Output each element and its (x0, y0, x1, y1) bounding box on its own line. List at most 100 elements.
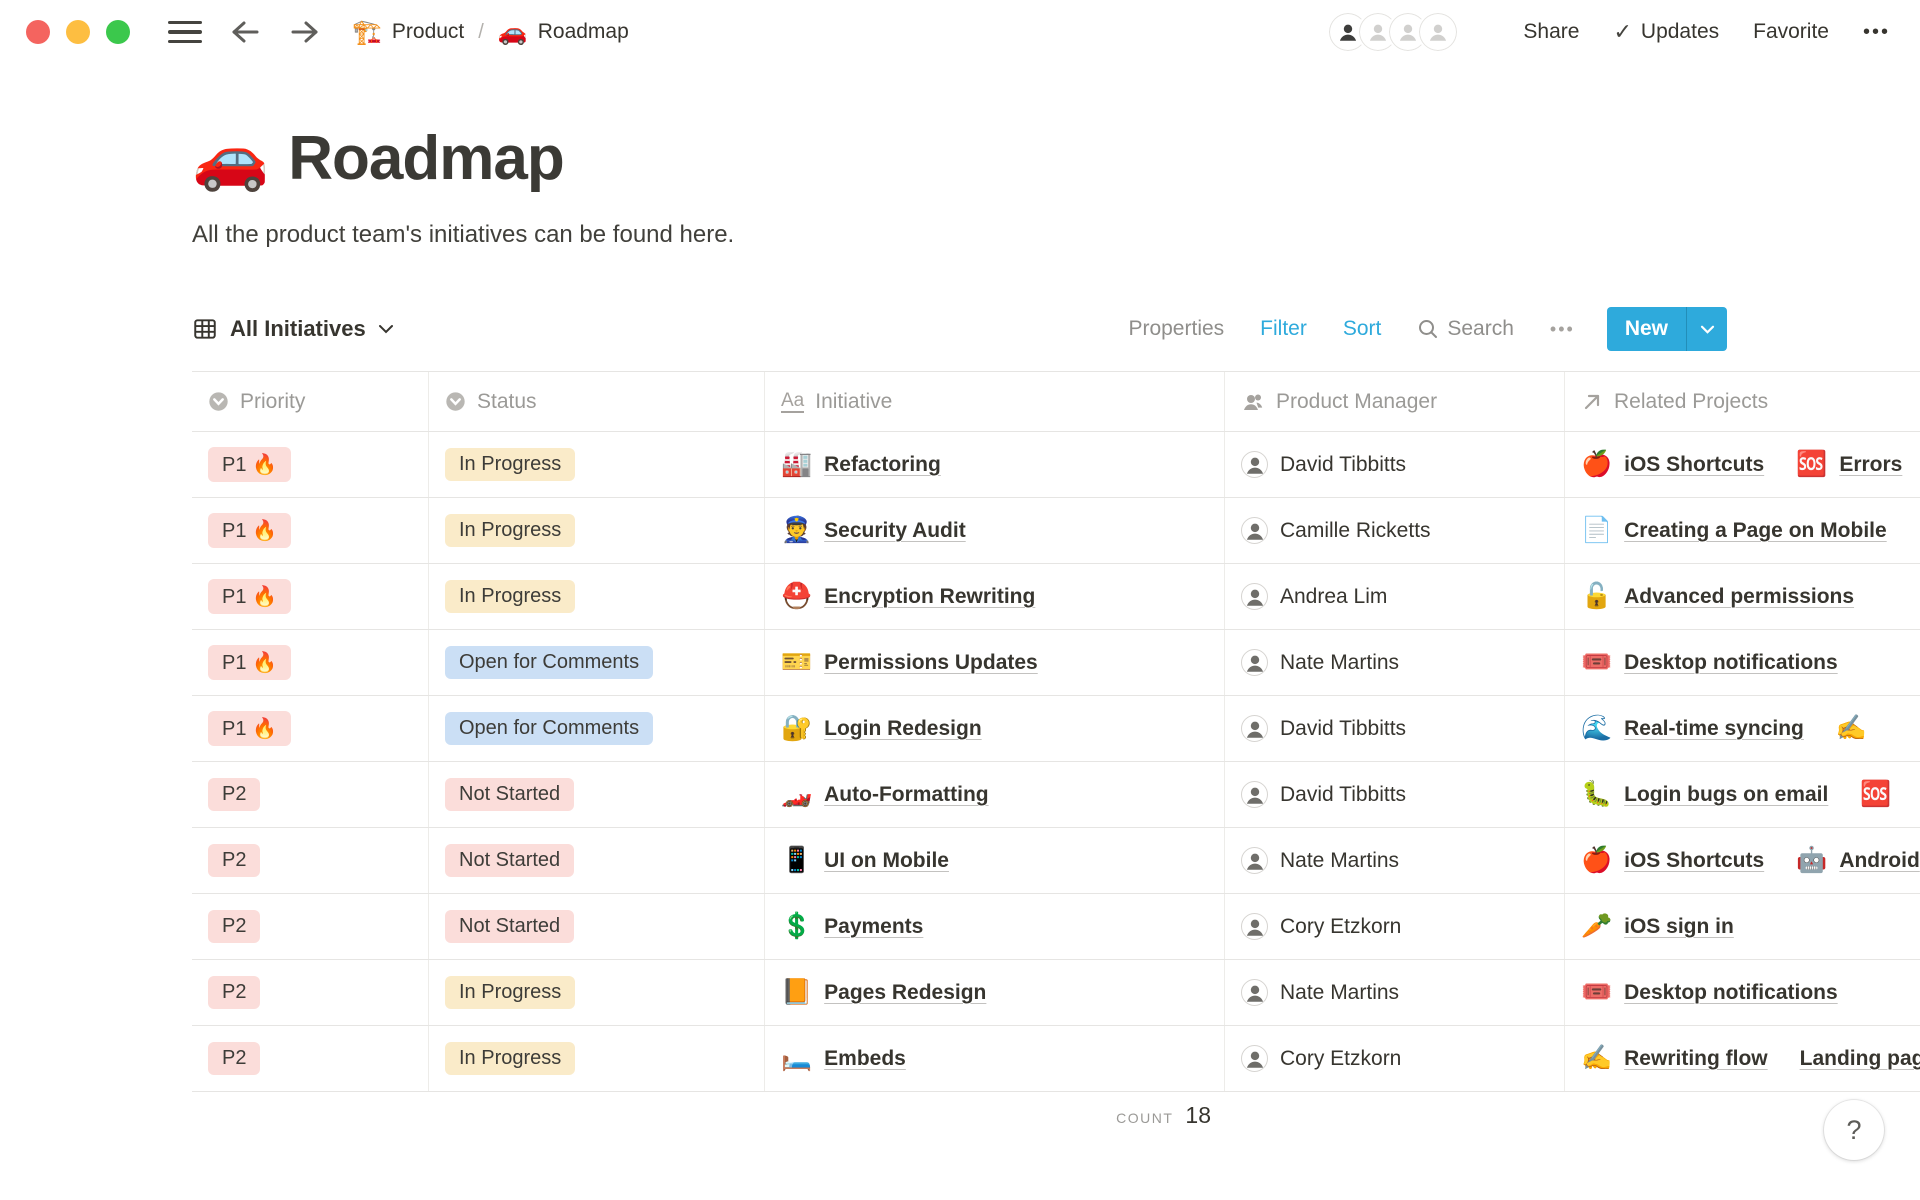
column-header-initiative[interactable]: Aa Initiative (765, 372, 1225, 431)
related-projects-cell[interactable]: 🍎iOS Shortcuts🤖Android (1565, 828, 1920, 893)
initiative-page-link[interactable]: Permissions Updates (824, 651, 1038, 675)
status-cell[interactable]: Not Started (429, 828, 765, 893)
initiative-cell[interactable]: 🔐Login Redesign (765, 696, 1225, 761)
initiative-page-link[interactable]: Auto-Formatting (824, 783, 988, 807)
status-badge[interactable]: In Progress (445, 1042, 575, 1075)
car-page-icon[interactable]: 🚗 (192, 122, 268, 195)
properties-button[interactable]: Properties (1128, 317, 1224, 341)
product-manager-cell[interactable]: Camille Ricketts (1225, 498, 1565, 563)
initiative-page-link[interactable]: Login Redesign (824, 717, 982, 741)
new-button-chevron-down-icon[interactable] (1687, 307, 1727, 351)
updates-button[interactable]: ✓ Updates (1613, 19, 1719, 45)
product-manager-cell[interactable]: Nate Martins (1225, 960, 1565, 1025)
priority-badge[interactable]: P1 🔥 (208, 447, 291, 482)
search-button[interactable]: Search (1417, 317, 1514, 341)
product-manager-cell[interactable]: Nate Martins (1225, 630, 1565, 695)
initiative-page-link[interactable]: Encryption Rewriting (824, 585, 1035, 609)
status-cell[interactable]: Open for Comments (429, 696, 765, 761)
product-manager-cell[interactable]: Cory Etzkorn (1225, 1026, 1565, 1091)
status-badge[interactable]: Not Started (445, 844, 574, 877)
status-cell[interactable]: Not Started (429, 762, 765, 827)
initiative-cell[interactable]: 👮Security Audit (765, 498, 1225, 563)
related-projects-cell[interactable]: ✍️Rewriting flowLanding page (1565, 1026, 1920, 1091)
share-button[interactable]: Share (1523, 20, 1579, 44)
help-button[interactable]: ? (1824, 1100, 1884, 1160)
related-project-link[interactable]: Creating a Page on Mobile (1624, 519, 1887, 543)
status-badge[interactable]: Open for Comments (445, 646, 653, 679)
initiative-cell[interactable]: ⛑️Encryption Rewriting (765, 564, 1225, 629)
related-project-link[interactable]: iOS Shortcuts (1624, 849, 1764, 873)
initiative-cell[interactable]: 💲Payments (765, 894, 1225, 959)
favorite-button[interactable]: Favorite (1753, 20, 1829, 44)
priority-cell[interactable]: P1 🔥 (192, 564, 429, 629)
product-manager-cell[interactable]: Cory Etzkorn (1225, 894, 1565, 959)
status-badge[interactable]: In Progress (445, 580, 575, 613)
column-header-status[interactable]: Status (429, 372, 765, 431)
sort-button[interactable]: Sort (1343, 317, 1382, 341)
priority-cell[interactable]: P2 (192, 960, 429, 1025)
status-badge[interactable]: Open for Comments (445, 712, 653, 745)
priority-badge[interactable]: P1 🔥 (208, 579, 291, 614)
initiative-page-link[interactable]: Pages Redesign (824, 981, 986, 1005)
initiative-cell[interactable]: 🎫Permissions Updates (765, 630, 1225, 695)
status-cell[interactable]: In Progress (429, 1026, 765, 1091)
priority-cell[interactable]: P1 🔥 (192, 432, 429, 497)
related-projects-cell[interactable]: 🌊Real-time syncing✍️ (1565, 696, 1920, 761)
initiative-page-link[interactable]: Embeds (824, 1047, 906, 1071)
minimize-window-button[interactable] (66, 20, 90, 44)
sidebar-menu-icon[interactable] (168, 14, 202, 50)
avatar[interactable] (1417, 11, 1459, 53)
breadcrumb-item-product[interactable]: 🏗️ Product (352, 18, 464, 47)
priority-cell[interactable]: P2 (192, 894, 429, 959)
initiative-cell[interactable]: 📙Pages Redesign (765, 960, 1225, 1025)
related-project-link[interactable]: Advanced permissions (1624, 585, 1854, 609)
related-project-link[interactable]: Real-time syncing (1624, 717, 1804, 741)
related-project-link[interactable]: Landing page (1800, 1047, 1920, 1071)
priority-badge[interactable]: P1 🔥 (208, 711, 291, 746)
related-projects-cell[interactable]: 🥕iOS sign in (1565, 894, 1920, 959)
initiative-cell[interactable]: 📱UI on Mobile (765, 828, 1225, 893)
more-options-icon[interactable]: ••• (1863, 21, 1890, 44)
view-switcher[interactable]: All Initiatives (192, 316, 394, 342)
priority-badge[interactable]: P2 (208, 1042, 260, 1075)
breadcrumb-item-roadmap[interactable]: 🚗 Roadmap (498, 18, 629, 47)
priority-cell[interactable]: P2 (192, 1026, 429, 1091)
product-manager-cell[interactable]: Andrea Lim (1225, 564, 1565, 629)
priority-badge[interactable]: P2 (208, 976, 260, 1009)
new-row-button[interactable]: New (1607, 307, 1727, 351)
product-manager-cell[interactable]: Nate Martins (1225, 828, 1565, 893)
priority-cell[interactable]: P1 🔥 (192, 630, 429, 695)
status-cell[interactable]: In Progress (429, 432, 765, 497)
priority-badge[interactable]: P2 (208, 910, 260, 943)
status-badge[interactable]: Not Started (445, 910, 574, 943)
product-manager-cell[interactable]: David Tibbitts (1225, 762, 1565, 827)
filter-button[interactable]: Filter (1260, 317, 1307, 341)
related-projects-cell[interactable]: 🎟️Desktop notifications (1565, 630, 1920, 695)
initiative-cell[interactable]: 🛏️Embeds (765, 1026, 1225, 1091)
count-calculation[interactable]: COUNT 18 (192, 1102, 1225, 1129)
priority-badge[interactable]: P2 (208, 844, 260, 877)
column-header-priority[interactable]: Priority (192, 372, 429, 431)
priority-cell[interactable]: P1 🔥 (192, 498, 429, 563)
close-window-button[interactable] (26, 20, 50, 44)
status-badge[interactable]: Not Started (445, 778, 574, 811)
status-cell[interactable]: In Progress (429, 564, 765, 629)
status-cell[interactable]: Open for Comments (429, 630, 765, 695)
status-badge[interactable]: In Progress (445, 514, 575, 547)
initiative-cell[interactable]: 🏎️Auto-Formatting (765, 762, 1225, 827)
related-project-link[interactable]: iOS sign in (1624, 915, 1734, 939)
priority-cell[interactable]: P2 (192, 828, 429, 893)
priority-cell[interactable]: P2 (192, 762, 429, 827)
related-project-link[interactable]: Android (1839, 849, 1919, 873)
priority-badge[interactable]: P1 🔥 (208, 645, 291, 680)
status-badge[interactable]: In Progress (445, 448, 575, 481)
initiative-cell[interactable]: 🏭Refactoring (765, 432, 1225, 497)
initiative-page-link[interactable]: UI on Mobile (824, 849, 949, 873)
priority-badge[interactable]: P1 🔥 (208, 513, 291, 548)
column-header-related-projects[interactable]: Related Projects (1565, 372, 1920, 431)
related-project-link[interactable]: Desktop notifications (1624, 651, 1838, 675)
related-projects-cell[interactable]: 🍎iOS Shortcuts🆘Errors (1565, 432, 1920, 497)
related-project-link[interactable]: Errors (1839, 453, 1902, 477)
related-projects-cell[interactable]: 🐛Login bugs on email🆘 (1565, 762, 1920, 827)
zoom-window-button[interactable] (106, 20, 130, 44)
